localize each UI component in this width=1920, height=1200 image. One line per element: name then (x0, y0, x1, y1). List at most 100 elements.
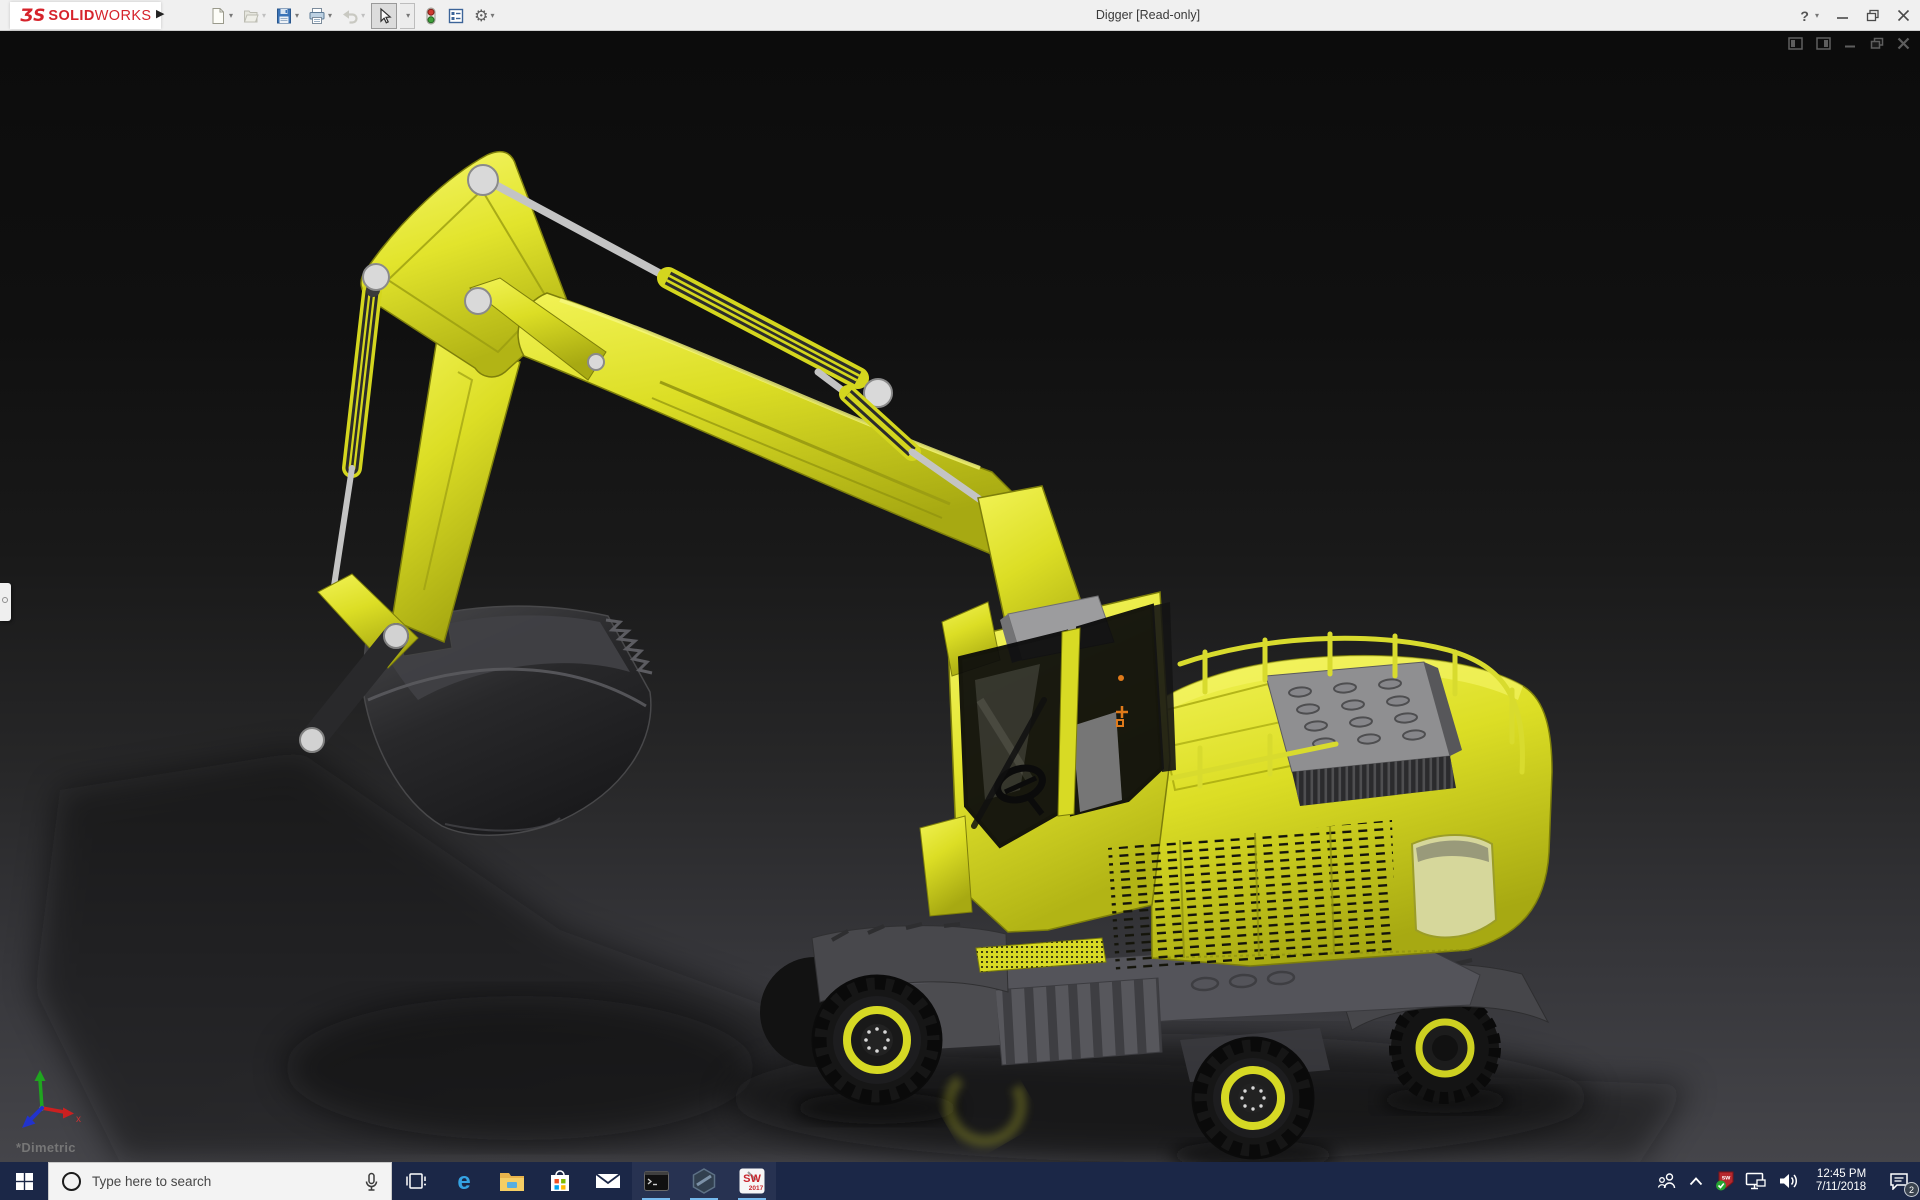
doc-window-controls (1788, 37, 1910, 50)
undo-caret[interactable]: ▾ (361, 11, 365, 20)
new-caret[interactable]: ▾ (229, 11, 233, 20)
doc-pane-toggle-b-button[interactable] (1816, 37, 1831, 50)
wheel-front-right (1191, 1036, 1315, 1160)
task-view-button[interactable] (392, 1162, 440, 1200)
window-title: Digger [Read-only] (1095, 8, 1201, 22)
svg-text:SW: SW (743, 1173, 761, 1185)
network-display-icon (1745, 1172, 1766, 1190)
taskbar-item-edge[interactable]: e (440, 1162, 488, 1200)
help-button[interactable]: ? ▾ (1800, 8, 1819, 24)
pane-icon (1788, 37, 1803, 50)
excavator-3d-render: x (22, 150, 1690, 1162)
clock-date: 7/11/2018 (1815, 1181, 1867, 1193)
people-button[interactable] (1652, 1162, 1682, 1200)
traffic-light-icon (426, 7, 436, 24)
taskbar: Type here to search e SW 2017 sw 12:45 P… (0, 1162, 1920, 1200)
options-caret[interactable]: ▾ (490, 11, 494, 20)
cortana-icon (62, 1172, 81, 1191)
clock[interactable]: 12:45 PM 7/11/2018 (1806, 1162, 1878, 1200)
svg-text:sw: sw (1722, 1175, 1732, 1182)
search-placeholder: Type here to search (92, 1174, 212, 1189)
doc-close-button[interactable] (1897, 37, 1910, 50)
taskbar-empty-space (776, 1162, 1652, 1200)
rebuild-button[interactable] (421, 3, 441, 29)
people-icon (1657, 1173, 1676, 1189)
tray-overflow-button[interactable] (1682, 1162, 1710, 1200)
select-tool-caret[interactable]: ▾ (400, 2, 416, 29)
mail-icon (595, 1173, 621, 1188)
volume-button[interactable] (1772, 1162, 1806, 1200)
print-button[interactable]: ▾ (305, 3, 335, 29)
solidworks-logo-glyph: ƷS (20, 5, 46, 26)
task-view-icon (406, 1173, 426, 1189)
system-tray: sw 12:45 PM 7/11/2018 2 (1652, 1162, 1920, 1200)
open-icon (243, 10, 259, 22)
new-document-icon (212, 7, 224, 24)
taskbar-item-mail[interactable] (584, 1162, 632, 1200)
open-button[interactable]: ▾ (239, 3, 269, 29)
taskbar-item-command-prompt[interactable] (632, 1162, 680, 1200)
open-caret[interactable]: ▾ (262, 11, 266, 20)
notification-badge: 2 (1904, 1182, 1919, 1197)
doc-close-icon (1897, 37, 1910, 50)
solidworks-logo-bold: SOLID (48, 7, 95, 24)
select-cursor-icon (380, 7, 392, 24)
print-caret[interactable]: ▾ (328, 11, 332, 20)
svg-text:2017: 2017 (749, 1185, 764, 1192)
taskbar-item-solidworks-2017[interactable]: SW 2017 (728, 1162, 776, 1200)
solidworks-logo-light: WORKS (94, 7, 152, 24)
restore-icon (1866, 9, 1879, 22)
windows-logo-icon (15, 1172, 33, 1190)
doc-restore-icon (1870, 37, 1884, 49)
select-tool-button[interactable] (371, 2, 398, 29)
display-settings-icon (448, 8, 464, 23)
print-icon (309, 7, 325, 24)
undo-icon (343, 9, 358, 24)
hexagon-app-icon (692, 1168, 716, 1194)
graphics-viewport[interactable]: x *Dimetric (0, 31, 1920, 1162)
restore-button[interactable] (1866, 9, 1880, 22)
flyout-tab-dot-icon (2, 597, 8, 603)
start-button[interactable] (0, 1162, 48, 1200)
window-controls: ? ▾ (1800, 0, 1910, 31)
taskbar-item-hexagon-3d-app[interactable] (680, 1162, 728, 1200)
help-icon: ? (1800, 7, 1809, 24)
solidworks-logo: ƷS SOLID WORKS (10, 2, 162, 29)
taskbar-search[interactable]: Type here to search (48, 1162, 392, 1200)
titlebar: ƷS SOLID WORKS ▶ ▾ ▾ ▾ ▾ ▾ ▾ ⚙ ▾ Digger … (0, 0, 1920, 31)
save-button[interactable]: ▾ (272, 3, 302, 29)
doc-pane-toggle-a-button[interactable] (1788, 37, 1803, 50)
menu-flyout-arrow-icon[interactable]: ▶ (156, 7, 164, 20)
svg-text:e: e (457, 1168, 470, 1194)
display-settings-button[interactable] (444, 3, 468, 29)
store-icon (551, 1170, 569, 1191)
doc-restore-button[interactable] (1870, 37, 1884, 50)
solidworks-2017-icon: SW 2017 (739, 1168, 765, 1194)
taskbar-item-file-explorer[interactable] (488, 1162, 536, 1200)
featuremanager-flyout-tab[interactable] (0, 583, 11, 621)
new-document-button[interactable]: ▾ (206, 3, 236, 29)
save-caret[interactable]: ▾ (295, 11, 299, 20)
minimize-button[interactable] (1836, 9, 1849, 22)
solidworks-monitor-tray[interactable]: sw (1710, 1162, 1740, 1200)
options-button[interactable]: ⚙ ▾ (471, 3, 497, 29)
solidworks-shield-icon: sw (1716, 1171, 1734, 1191)
chevron-up-icon (1689, 1176, 1703, 1185)
minimize-icon (1837, 17, 1848, 19)
clock-time: 12:45 PM (1816, 1168, 1867, 1180)
close-icon (1897, 9, 1910, 22)
network-button[interactable] (1740, 1162, 1772, 1200)
close-button[interactable] (1897, 9, 1910, 22)
action-center-button[interactable]: 2 (1878, 1162, 1920, 1200)
doc-minimize-button[interactable] (1844, 37, 1857, 50)
speaker-icon (1780, 1174, 1798, 1188)
undo-button[interactable]: ▾ (338, 3, 368, 29)
save-icon (277, 8, 292, 23)
quick-access-toolbar: ▾ ▾ ▾ ▾ ▾ ▾ ⚙ ▾ (206, 0, 500, 31)
microphone-icon[interactable] (364, 1172, 379, 1192)
wheel-front-left (811, 974, 943, 1106)
view-orientation-label: *Dimetric (16, 1140, 76, 1155)
edge-icon: e (457, 1168, 470, 1194)
command-prompt-icon (643, 1171, 669, 1191)
taskbar-item-store[interactable] (536, 1162, 584, 1200)
